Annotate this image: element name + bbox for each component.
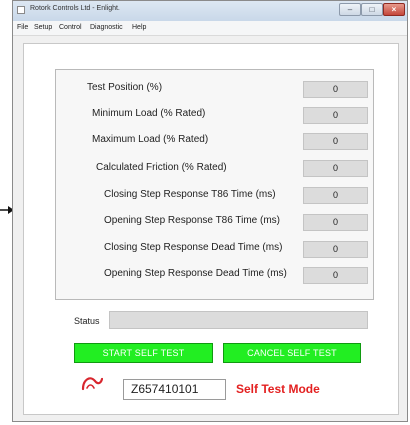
menu-diagnostic[interactable]: Diagnostic <box>90 24 123 31</box>
status-field <box>109 311 368 329</box>
menu-bar: File Setup Control Diagnostic Help <box>13 21 407 36</box>
minimum-load-label: Minimum Load (% Rated) <box>92 108 206 119</box>
minimize-button[interactable]: – <box>339 3 361 16</box>
screenshot-stage: Rotork Controls Ltd - Enlight. – □ × Fil… <box>0 0 410 425</box>
test-position-label: Test Position (%) <box>87 82 163 93</box>
maximize-button[interactable]: □ <box>361 3 383 16</box>
serial-number-field: Z657410101 <box>123 379 226 400</box>
title-bar[interactable]: Rotork Controls Ltd - Enlight. – □ × <box>13 1 407 22</box>
closing-dead-time-value: 0 <box>303 241 368 258</box>
menu-file[interactable]: File <box>17 24 28 31</box>
closing-t86-value: 0 <box>303 187 368 204</box>
rotork-logo-icon <box>81 377 103 391</box>
calculated-friction-value: 0 <box>303 160 368 177</box>
calculated-friction-label: Calculated Friction (% Rated) <box>96 162 227 173</box>
mode-label: Self Test Mode <box>236 382 320 396</box>
start-self-test-button[interactable]: START SELF TEST <box>74 343 213 363</box>
menu-help[interactable]: Help <box>132 24 146 31</box>
cancel-self-test-button[interactable]: CANCEL SELF TEST <box>223 343 361 363</box>
closing-dead-time-label: Closing Step Response Dead Time (ms) <box>104 242 283 253</box>
test-position-value: 0 <box>303 81 368 98</box>
maximum-load-value: 0 <box>303 133 368 150</box>
status-label: Status <box>74 316 100 326</box>
closing-t86-label: Closing Step Response T86 Time (ms) <box>104 189 276 200</box>
minimum-load-value: 0 <box>303 107 368 124</box>
opening-dead-time-value: 0 <box>303 267 368 284</box>
menu-setup[interactable]: Setup <box>34 24 52 31</box>
maximum-load-label: Maximum Load (% Rated) <box>92 134 209 145</box>
opening-dead-time-label: Opening Step Response Dead Time (ms) <box>104 268 287 279</box>
app-icon <box>17 6 25 14</box>
results-panel <box>55 69 374 300</box>
window-title: Rotork Controls Ltd - Enlight. <box>30 5 120 12</box>
close-button[interactable]: × <box>383 3 405 16</box>
menu-control[interactable]: Control <box>59 24 82 31</box>
opening-t86-label: Opening Step Response T86 Time (ms) <box>104 215 281 226</box>
opening-t86-value: 0 <box>303 214 368 231</box>
